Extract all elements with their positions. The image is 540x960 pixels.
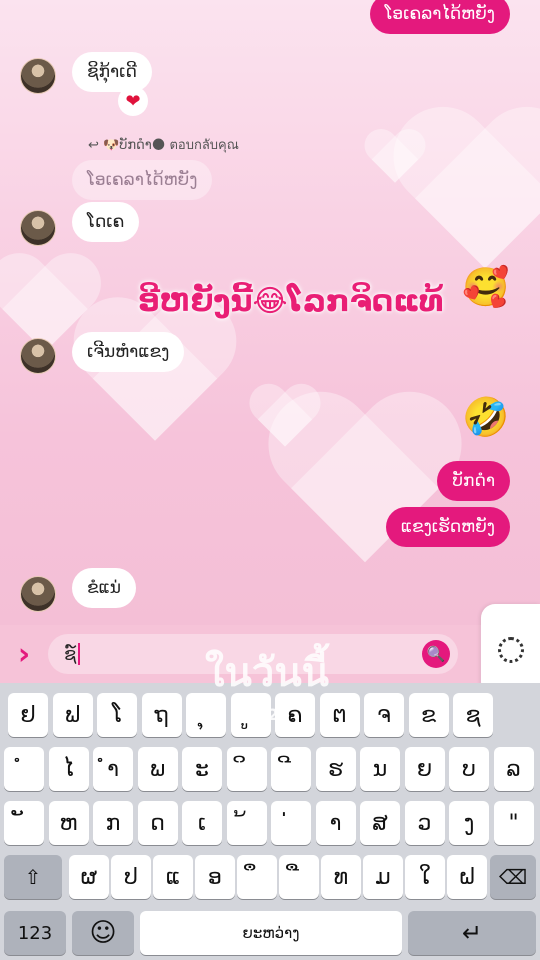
keyboard-key[interactable]: ໍ xyxy=(4,747,44,791)
keyboard-key[interactable]: ສ xyxy=(360,801,400,845)
incoming-message[interactable]: ເຈີນຫໍາແຂງ xyxy=(72,332,185,372)
keyboard-key[interactable]: ຳ xyxy=(93,747,133,791)
avatar[interactable] xyxy=(20,210,56,246)
keyboard-key[interactable]: າ xyxy=(315,801,356,845)
emoji-key-icon[interactable]: ☺ xyxy=(72,911,134,955)
chat-area: ໂອເຄລາໄດ້ຫຍັງ ຊິກຸ້າເດີ ❤ ↩ 🐶ບັກດໍາ🌑 ตอบ… xyxy=(0,0,540,625)
outgoing-message[interactable]: ແຂງເຮັດຫຍັງ xyxy=(385,507,510,547)
keyboard-key[interactable]: ອ xyxy=(195,855,235,899)
keyboard-key[interactable]: ິ xyxy=(226,747,267,791)
avatar[interactable] xyxy=(20,58,56,94)
incoming-message[interactable]: ໂດເຄ xyxy=(72,202,140,242)
shift-key-icon[interactable]: ⇧ xyxy=(4,855,62,899)
numbers-key[interactable]: 123 xyxy=(4,911,66,955)
keyboard-bottom-row: 123 ☺ ຍະຫວ່າງ ↵ xyxy=(0,911,540,955)
keyboard-key[interactable]: ນ xyxy=(360,747,400,791)
incoming-message[interactable]: ຂໍແນ່ xyxy=(72,568,136,608)
keyboard-key[interactable]: ວ xyxy=(404,801,445,845)
heart-reaction-icon[interactable]: ❤ xyxy=(118,86,148,116)
keyboard-row-4: ⇧ ຜປແອຶືທມໃຝ ⌫ xyxy=(0,855,540,899)
keyboard-key[interactable]: ່ xyxy=(271,801,311,845)
search-icon[interactable]: 🔍 xyxy=(422,640,450,668)
keyboard-key[interactable]: ຢ xyxy=(8,693,48,737)
keyboard-key[interactable]: ື xyxy=(279,855,319,899)
keyboard-key[interactable]: ຈ xyxy=(364,693,404,737)
keyboard-key[interactable]: ທ xyxy=(321,855,361,899)
avatar[interactable] xyxy=(20,338,56,374)
keyboard-key[interactable]: ້ xyxy=(226,801,267,845)
keyboard-key[interactable]: " xyxy=(493,801,534,845)
keyboard-key[interactable]: ດ xyxy=(137,801,178,845)
keyboard-key[interactable]: ຍ xyxy=(404,747,445,791)
keyboard-key[interactable]: ໂ xyxy=(97,693,137,737)
keyboard-key[interactable]: ຮ xyxy=(315,747,356,791)
keyboard: ຢຟໂຖຸູຄຕຈຂຊ ໍໄຳພະິີຮນຍບລ ັຫກດເ້່າສວງ" ⇧ … xyxy=(0,683,540,960)
overlay-caption: ອີຫຍັງນີ້😂ໂລກຈິດແທ້ xyxy=(138,284,444,319)
keyboard-key[interactable]: ປ xyxy=(111,855,151,899)
keyboard-key[interactable]: ງ xyxy=(449,801,489,845)
keyboard-key[interactable]: ກ xyxy=(93,801,133,845)
keyboard-key[interactable]: ເ xyxy=(182,801,222,845)
keyboard-key[interactable]: ະ xyxy=(182,747,222,791)
heart-decoration xyxy=(386,110,540,290)
keyboard-key[interactable]: ີ xyxy=(271,747,311,791)
keyboard-key[interactable]: ມ xyxy=(363,855,403,899)
outgoing-message[interactable]: ບັກດໍາ xyxy=(437,461,510,501)
message-input-value: ຊ໌ xyxy=(64,643,77,665)
keyboard-key[interactable]: ບ xyxy=(449,747,489,791)
keyboard-key[interactable]: ລ xyxy=(493,747,534,791)
delete-key-icon[interactable]: ⌫ xyxy=(490,855,536,899)
keyboard-key[interactable]: ຊ xyxy=(453,693,493,737)
reply-note: ↩ 🐶ບັກດໍາ🌑 ตอบกลับคุณ xyxy=(88,138,239,153)
smiling-hearts-emoji[interactable]: 🥰 xyxy=(462,268,509,306)
keyboard-key[interactable]: ໄ xyxy=(48,747,89,791)
loading-spinner-icon xyxy=(497,637,524,663)
space-bar[interactable]: ຍະຫວ່າງ xyxy=(140,911,402,955)
keyboard-key[interactable]: ຖ xyxy=(141,693,182,737)
return-key-icon[interactable]: ↵ xyxy=(408,911,536,955)
outgoing-message[interactable]: ໂອເຄລາໄດ້ຫຍັງ xyxy=(369,0,510,34)
text-caret xyxy=(78,643,81,665)
overlay-watermark-title: ในวันนี้ xyxy=(205,650,330,696)
keyboard-key[interactable]: ຫ xyxy=(48,801,89,845)
keyboard-key[interactable]: ັ xyxy=(4,801,44,845)
replied-message-preview[interactable]: ໂອເຄລາໄດ້ຫຍັງ xyxy=(72,160,213,200)
keyboard-key[interactable]: ຶ xyxy=(237,855,277,899)
keyboard-key[interactable]: ໃ xyxy=(405,855,445,899)
rofl-emoji[interactable]: 🤣 xyxy=(462,398,509,436)
keyboard-key[interactable]: ຟ xyxy=(52,693,93,737)
keyboard-key[interactable]: ຂ xyxy=(408,693,449,737)
keyboard-key[interactable]: ແ xyxy=(153,855,193,899)
keyboard-row-2: ໍໄຳພະິີຮນຍບລ xyxy=(0,747,540,791)
keyboard-key[interactable]: ພ xyxy=(137,747,178,791)
heart-decoration xyxy=(247,385,324,455)
keyboard-row-3: ັຫກດເ້່າສວງ" xyxy=(0,801,540,845)
expand-chevron-icon[interactable]: › xyxy=(0,637,48,672)
incoming-message[interactable]: ຊິກຸ້າເດີ xyxy=(72,52,152,92)
overlay-watermark-subtitle: 3 ... 2 xyxy=(215,705,281,724)
keyboard-key[interactable]: ຜ xyxy=(69,855,109,899)
avatar[interactable] xyxy=(20,576,56,612)
keyboard-key[interactable]: ຝ xyxy=(447,855,487,899)
